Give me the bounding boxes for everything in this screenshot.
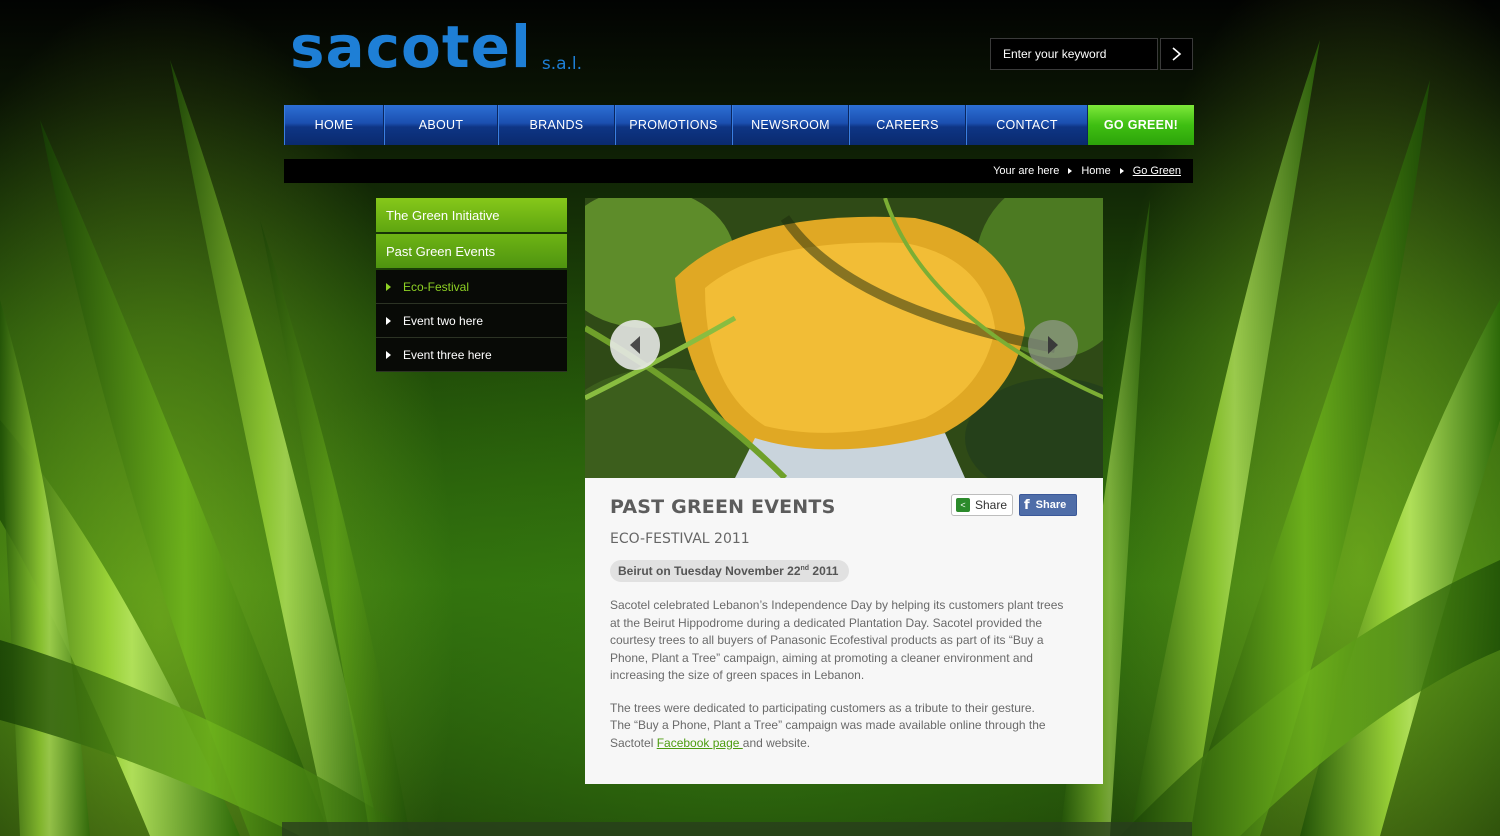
logo-wordmark: sacotel xyxy=(290,13,532,81)
share-button[interactable]: < Share xyxy=(951,494,1013,516)
nav-home[interactable]: HOME xyxy=(284,105,384,145)
paragraph-end: and website. xyxy=(742,735,811,750)
article-paragraph-1: Sacotel celebrated Lebanon’s Independenc… xyxy=(610,598,1064,682)
sidebar-item-green-initiative[interactable]: The Green Initiative xyxy=(376,198,567,232)
facebook-icon: f xyxy=(1024,497,1030,513)
nav-about[interactable]: ABOUT xyxy=(384,105,498,145)
event-date-badge: Beirut on Tuesday November 22nd 2011 xyxy=(610,560,850,582)
breadcrumb-separator-icon xyxy=(1068,168,1073,174)
date-year: 2011 xyxy=(809,564,839,578)
nav-careers[interactable]: CAREERS xyxy=(849,105,966,145)
caret-right-icon xyxy=(386,316,391,325)
sidebar-subitem-label: Event two here xyxy=(403,313,484,328)
date-ordinal: nd xyxy=(800,565,810,572)
slider-next-button[interactable] xyxy=(1028,320,1078,370)
breadcrumb: Your are here Home Go Green xyxy=(284,159,1193,183)
chevron-left-icon xyxy=(630,336,640,354)
sidebar-subitem-label: Event three here xyxy=(403,347,492,362)
footer-bar xyxy=(282,822,1192,836)
date-text: Beirut on Tuesday November 22 xyxy=(618,564,801,578)
share-label: Share xyxy=(975,498,1008,512)
logo-suffix: s.a.l. xyxy=(541,54,583,74)
nav-promotions[interactable]: PROMOTIONS xyxy=(615,105,732,145)
article-paragraph-2: The trees were dedicated to participatin… xyxy=(610,700,1068,753)
facebook-share-label: Share xyxy=(1035,499,1067,511)
sidebar-subitem-event-two[interactable]: Event two here xyxy=(376,304,567,338)
sidebar: The Green Initiative Past Green Events E… xyxy=(376,198,567,372)
sidebar-item-past-green-events[interactable]: Past Green Events xyxy=(376,234,567,268)
article-panel: PAST GREEN EVENTS < Share f Share ECO-FE… xyxy=(585,478,1103,784)
article-subtitle: ECO-FESTIVAL 2011 xyxy=(610,531,750,547)
breadcrumb-go-green[interactable]: Go Green xyxy=(1133,165,1181,177)
search-submit-button[interactable] xyxy=(1160,38,1193,70)
sacotel-logo[interactable]: sacotel s.a.l. xyxy=(290,18,582,76)
chevron-right-icon xyxy=(1171,47,1181,61)
search-input[interactable] xyxy=(990,38,1158,70)
main-nav: HOME ABOUT BRANDS PROMOTIONS NEWSROOM CA… xyxy=(284,105,1194,145)
sidebar-subitem-label: Eco-Festival xyxy=(403,279,470,294)
share-icon: < xyxy=(956,498,970,512)
slide-image xyxy=(585,198,1103,478)
caret-right-icon xyxy=(386,350,391,359)
nav-go-green[interactable]: GO GREEN! xyxy=(1088,105,1194,145)
caret-right-icon xyxy=(386,282,391,291)
sidebar-subitem-eco-festival[interactable]: Eco-Festival xyxy=(376,270,567,304)
paragraph-line: The trees were dedicated to participatin… xyxy=(610,700,1035,715)
image-slider xyxy=(585,198,1103,478)
breadcrumb-home[interactable]: Home xyxy=(1081,165,1110,177)
facebook-share-button[interactable]: f Share xyxy=(1019,494,1077,516)
facebook-page-link[interactable]: Facebook page xyxy=(657,736,743,750)
nav-contact[interactable]: CONTACT xyxy=(966,105,1088,145)
sidebar-subitem-event-three[interactable]: Event three here xyxy=(376,338,567,372)
breadcrumb-prefix: Your are here xyxy=(993,165,1060,177)
nav-newsroom[interactable]: NEWSROOM xyxy=(732,105,849,145)
nav-brands[interactable]: BRANDS xyxy=(498,105,615,145)
search-box xyxy=(990,38,1193,70)
chevron-right-icon xyxy=(1048,336,1058,354)
slider-prev-button[interactable] xyxy=(610,320,660,370)
breadcrumb-separator-icon xyxy=(1119,168,1124,174)
